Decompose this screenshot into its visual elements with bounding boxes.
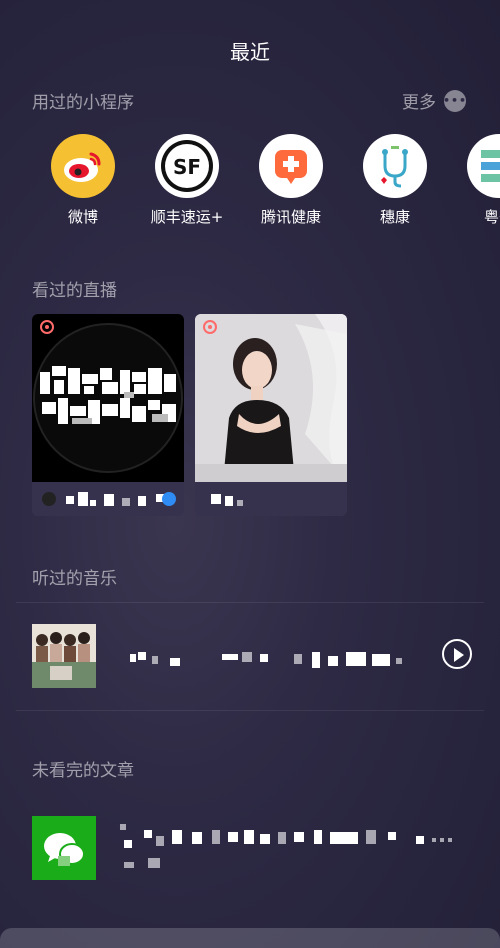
live-cover-image [32,314,184,482]
yueshengshi-icon [467,134,500,198]
page-title: 最近 [230,40,270,64]
mini-programs-section-label: 用过的小程序 [32,93,134,113]
article-item[interactable] [32,816,472,882]
verified-icon [162,492,176,506]
live-section-label: 看过的直播 [32,281,117,301]
live-badge-icon [203,320,217,334]
more-label: 更多 [402,93,436,113]
mini-program-label: 微博 [67,208,98,226]
svg-text:SF: SF [173,155,201,179]
play-icon[interactable] [442,639,472,669]
music-item[interactable] [32,624,472,688]
live-cover-image [195,314,347,482]
more-button[interactable]: 更多 ••• [402,88,466,113]
bottom-sheet-handle [0,928,500,948]
mini-program-suikang[interactable]: 穗康 [343,134,447,227]
live-card-footer [195,482,347,516]
mini-program-yueshengshi[interactable]: 粤省 [447,134,500,227]
mini-program-tencent-health[interactable]: 腾讯健康 [239,134,343,227]
mini-program-label: 腾讯健康 [260,208,321,226]
mini-program-label: 粤省 [483,208,500,226]
wechat-article-icon [32,816,96,880]
sf-express-icon: SF [155,134,219,198]
live-card-footer [32,482,184,516]
mini-program-weibo[interactable]: 微博 [31,134,135,227]
tencent-health-icon [259,134,323,198]
divider [16,602,484,603]
mini-program-label: 穗康 [379,208,410,226]
mini-program-list: 微博 SF 顺丰速运+ 腾讯健康 穗康 粤 [0,134,500,234]
divider [16,710,484,711]
mini-program-sf-express[interactable]: SF 顺丰速运+ [135,134,239,227]
suikang-icon [363,134,427,198]
mini-program-label: 顺丰速运+ [150,208,224,226]
weibo-icon [51,134,115,198]
live-badge-icon [40,320,54,334]
live-card[interactable] [195,314,347,516]
articles-section-label: 未看完的文章 [32,761,134,781]
music-cover-image [32,624,96,688]
live-card[interactable] [32,314,184,516]
music-section-label: 听过的音乐 [32,569,117,589]
more-dots-icon: ••• [443,89,466,112]
